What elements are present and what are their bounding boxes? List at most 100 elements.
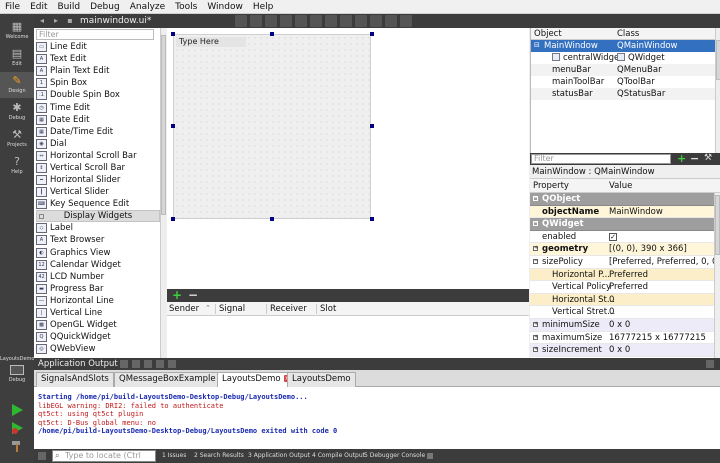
property-value[interactable]: [Preferred, Preferred, 0, 0] xyxy=(609,257,714,267)
menu-edit[interactable]: Edit xyxy=(25,0,52,14)
widget-item[interactable]: ◇ Label xyxy=(36,222,160,234)
edit-buddies-icon[interactable] xyxy=(265,15,278,27)
object-row-maintoolbar[interactable]: mainToolBar QToolBar xyxy=(531,76,715,88)
widget-item[interactable]: ⌨ Key Sequence Edit xyxy=(36,198,160,210)
resize-handle[interactable] xyxy=(171,124,175,128)
layout-split-v-icon[interactable] xyxy=(340,15,353,27)
object-inspector-scrollbar[interactable] xyxy=(715,28,720,153)
output-back-icon[interactable] xyxy=(120,360,128,368)
forward-arrow-icon[interactable]: ▸ xyxy=(50,15,62,27)
remove-property-icon[interactable]: − xyxy=(690,152,699,165)
property-editor-scrollbar[interactable] xyxy=(714,193,720,358)
property-row[interactable]: enabled ✓ xyxy=(530,231,714,244)
layout-grid-icon[interactable] xyxy=(370,15,383,27)
property-value[interactable]: 0 x 0 xyxy=(609,345,630,355)
menu-file[interactable]: File xyxy=(0,0,25,14)
status-issues[interactable]: 1 Issues xyxy=(162,449,186,463)
property-row[interactable]: + sizeIncrement 0 x 0 xyxy=(530,344,714,357)
widget-item[interactable]: ― Horizontal Line xyxy=(36,295,160,307)
resize-handle[interactable] xyxy=(270,217,274,221)
widget-item[interactable]: ▭ Line Edit xyxy=(36,41,160,53)
more-panes-icon[interactable] xyxy=(427,453,433,459)
column-class[interactable]: Class xyxy=(617,29,639,39)
widget-filter-input[interactable]: Filter xyxy=(36,29,154,40)
output-zoom-out-icon[interactable] xyxy=(168,360,176,368)
widget-item[interactable]: ▦ Date/Time Edit xyxy=(36,126,160,138)
property-value[interactable]: 16777215 x 16777215 xyxy=(609,333,706,343)
widget-item[interactable]: ┃ Vertical Slider xyxy=(36,186,160,198)
status-search-results[interactable]: 2 Search Results xyxy=(194,449,244,463)
widget-item[interactable]: 42 LCD Number xyxy=(36,271,160,283)
status-debugger-console[interactable]: 5 Debugger Console xyxy=(364,449,425,463)
edit-widgets-icon[interactable] xyxy=(235,15,248,27)
scrollbar-thumb[interactable] xyxy=(161,35,166,215)
status-application-output[interactable]: 3 Application Output xyxy=(248,449,310,463)
widget-item[interactable]: A Text Browser xyxy=(36,234,160,246)
toggle-sidebar-icon[interactable] xyxy=(38,452,46,460)
mode-debug[interactable]: ✱ Debug xyxy=(0,99,34,125)
widget-item[interactable]: ▩ OpenGL Widget xyxy=(36,319,160,331)
object-row-mainwindow[interactable]: ⊟ MainWindow QMainWindow xyxy=(531,40,715,52)
scrollbar-thumb[interactable] xyxy=(716,40,720,80)
expand-icon[interactable]: + xyxy=(533,322,538,327)
resize-handle[interactable] xyxy=(370,124,374,128)
widget-item[interactable]: 12 Calendar Widget xyxy=(36,259,160,271)
widget-item[interactable]: ▬ Progress Bar xyxy=(36,283,160,295)
break-layout-icon[interactable] xyxy=(385,15,398,27)
expand-icon[interactable]: + xyxy=(533,334,538,340)
add-connection-icon[interactable]: + xyxy=(172,289,182,302)
edit-tab-order-icon[interactable] xyxy=(280,15,293,27)
property-value[interactable]: 0 xyxy=(609,307,614,317)
property-group-qobject[interactable]: − QObject xyxy=(530,193,714,206)
menu-analyze[interactable]: Analyze xyxy=(125,0,170,14)
widget-item[interactable]: ⇕ Vertical Scroll Bar xyxy=(36,162,160,174)
expand-icon[interactable]: + xyxy=(533,347,538,353)
mode-welcome[interactable]: ▦ Welcome xyxy=(0,18,34,44)
column-object[interactable]: Object xyxy=(534,29,562,39)
layout-horizontal-icon[interactable] xyxy=(295,15,308,27)
output-stop-icon[interactable] xyxy=(132,360,140,368)
kit-selector[interactable]: LayoutsDemo Debug xyxy=(0,356,34,383)
property-row[interactable]: + minimumSize 0 x 0 xyxy=(530,319,714,332)
menu-build[interactable]: Build xyxy=(53,0,86,14)
layout-form-icon[interactable] xyxy=(355,15,368,27)
expand-icon[interactable]: + xyxy=(533,246,538,252)
resize-handle[interactable] xyxy=(270,32,274,36)
property-row[interactable]: Vertical Policy Preferred xyxy=(530,281,714,294)
property-value[interactable]: [(0, 0), 390 x 366] xyxy=(609,244,687,254)
debug-run-icon[interactable] xyxy=(10,421,24,435)
signal-slot-list[interactable] xyxy=(167,316,529,358)
mode-edit[interactable]: ▤ Edit xyxy=(0,45,34,71)
widget-item[interactable]: ◐ Graphics View xyxy=(36,247,160,259)
enabled-checkbox[interactable]: ✓ xyxy=(609,232,617,241)
scrollbar-thumb[interactable] xyxy=(715,195,720,255)
resize-handle[interactable] xyxy=(370,217,374,221)
column-receiver[interactable]: Receiver xyxy=(270,304,307,314)
configure-wrench-icon[interactable]: ⚒ xyxy=(704,152,712,165)
widget-item[interactable]: .1 Double Spin Box xyxy=(36,89,160,101)
adjust-size-icon[interactable] xyxy=(400,15,413,27)
property-value[interactable]: MainWindow xyxy=(609,207,663,217)
column-property[interactable]: Property xyxy=(533,181,569,191)
property-row[interactable]: + maximumSize 16777215 x 16777215 xyxy=(530,332,714,345)
build-hammer-icon[interactable] xyxy=(10,439,24,453)
widget-item[interactable]: ▦ Date Edit xyxy=(36,114,160,126)
main-window-form[interactable]: Type Here xyxy=(173,34,371,219)
widget-category-header[interactable]: Display Widgets xyxy=(36,210,160,223)
design-canvas[interactable]: Type Here xyxy=(167,28,529,289)
widget-item[interactable]: ◎ QWebView xyxy=(36,343,160,355)
layout-vertical-icon[interactable] xyxy=(310,15,323,27)
mode-design[interactable]: ✎ Design xyxy=(0,72,34,98)
widget-item[interactable]: | Vertical Line xyxy=(36,307,160,319)
widget-item[interactable]: Q QQuickWidget xyxy=(36,331,160,343)
column-sender[interactable]: Sender xyxy=(169,304,199,314)
output-tab[interactable]: QMessageBoxExample xyxy=(114,372,221,387)
widget-item[interactable]: ⇔ Horizontal Scroll Bar xyxy=(36,150,160,162)
mode-help[interactable]: ? Help xyxy=(0,153,34,179)
property-row[interactable]: Vertical Stret... 0 xyxy=(530,306,714,319)
widget-box-scrollbar[interactable] xyxy=(160,28,166,358)
property-row[interactable]: Horizontal St... 0 xyxy=(530,293,714,307)
status-compile-output[interactable]: 4 Compile Output xyxy=(312,449,365,463)
property-value[interactable]: 0 x 0 xyxy=(609,320,630,330)
property-row[interactable]: − sizePolicy [Preferred, Preferred, 0, 0… xyxy=(530,256,714,269)
